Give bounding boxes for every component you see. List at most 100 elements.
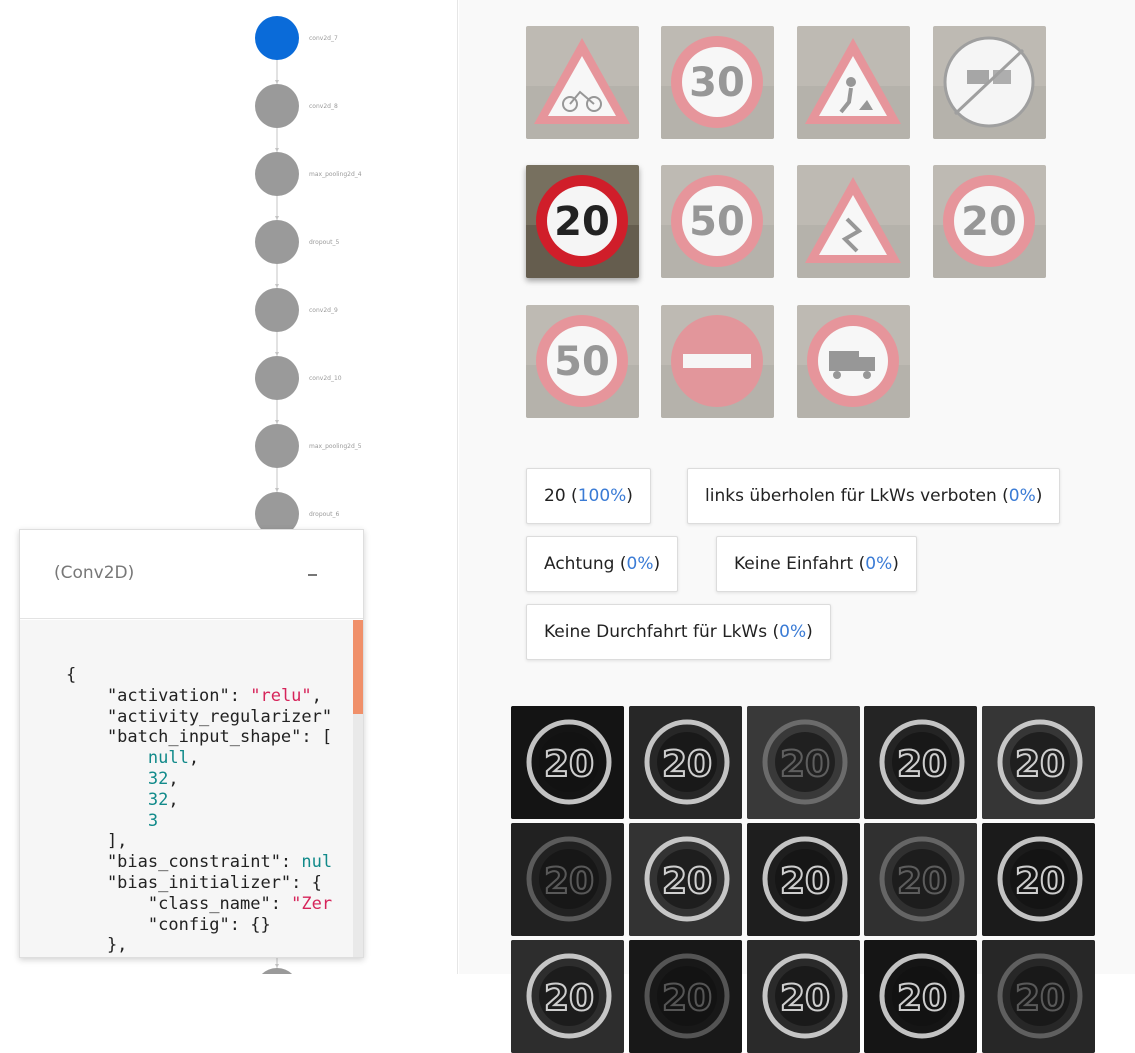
prediction-percent-close: ) xyxy=(806,622,813,642)
prediction-chip[interactable]: 20 (100%) xyxy=(526,468,651,524)
feature-map[interactable]: 20 xyxy=(747,940,860,1053)
feature-map[interactable]: 20 xyxy=(982,706,1095,819)
collapse-icon[interactable] xyxy=(308,574,317,576)
prediction-percent-open: ( xyxy=(1002,486,1009,506)
graph-edge-arrow-icon xyxy=(275,80,279,84)
feature-map-activation: 20 xyxy=(864,823,977,936)
feature-map-activation: 20 xyxy=(982,940,1095,1053)
prediction-label: Achtung xyxy=(544,554,620,574)
code-token: "batch_input_shape": [ xyxy=(66,727,333,748)
feature-map-activation: 20 xyxy=(747,823,860,936)
feature-map[interactable]: 20 xyxy=(982,823,1095,936)
feature-map-activation: 20 xyxy=(629,823,742,936)
feature-map[interactable]: 20 xyxy=(511,706,624,819)
input-image-no-trucks-sign[interactable] xyxy=(797,305,910,418)
feature-map[interactable]: 20 xyxy=(747,823,860,936)
graph-node[interactable] xyxy=(255,356,299,400)
feature-map[interactable]: 20 xyxy=(864,940,977,1053)
feature-map[interactable]: 20 xyxy=(511,940,624,1053)
prediction-percent-open: ( xyxy=(772,622,780,642)
graph-edge-arrow-icon xyxy=(275,352,279,356)
feature-map-digit: 20 xyxy=(544,861,594,902)
code-token: "activity_regularizer" xyxy=(66,706,333,727)
feature-map-digit: 20 xyxy=(780,978,830,1019)
graph-edge-arrow-icon xyxy=(275,148,279,152)
code-scrollbar-thumb[interactable] xyxy=(353,620,363,714)
input-image-speed-limit-sign[interactable]: 50 xyxy=(661,165,774,278)
feature-map-activation: 20 xyxy=(864,940,977,1053)
feature-map-digit: 20 xyxy=(662,861,712,902)
speed-limit-sign-icon: 20 xyxy=(526,165,639,278)
no-entry-sign-icon xyxy=(661,305,774,418)
feature-map[interactable]: 20 xyxy=(629,823,742,936)
layer-details-header: (Conv2D) xyxy=(20,530,363,619)
input-image-speed-limit-sign[interactable]: 30 xyxy=(661,26,774,139)
feature-map[interactable]: 20 xyxy=(747,706,860,819)
code-token: ], xyxy=(66,831,128,852)
prediction-label: links überholen für LkWs verboten xyxy=(705,486,1003,506)
input-image-no-entry-sign[interactable] xyxy=(661,305,774,418)
prediction-percent-close: ) xyxy=(892,554,899,574)
prediction-chip[interactable]: links überholen für LkWs verboten (0%) xyxy=(687,468,1061,524)
model-graph-pane: conv2d_7 conv2d_8 max_pooling2d_4 dropout_5… xyxy=(0,0,458,974)
prediction-percent-close: ) xyxy=(626,486,633,506)
feature-map[interactable]: 20 xyxy=(629,940,742,1053)
graph-node[interactable] xyxy=(255,968,299,974)
code-token: "bias_constraint": xyxy=(66,852,302,873)
feature-map-activation: 20 xyxy=(511,823,624,936)
warning-roadworks-sign-icon xyxy=(797,26,910,139)
input-image-warning-roadworks-sign[interactable] xyxy=(797,26,910,139)
layer-config-code[interactable]: { "activation": "relu", "activity_regula… xyxy=(20,620,363,957)
input-image-speed-limit-sign[interactable]: 50 xyxy=(526,305,639,418)
prediction-percent-value: 0% xyxy=(626,554,654,574)
feature-map-digit: 20 xyxy=(544,978,594,1019)
prediction-percent-open: ( xyxy=(619,554,627,574)
code-token: null xyxy=(147,748,189,769)
feature-map-digit: 20 xyxy=(662,744,712,785)
layer-config-json: { "activation": "relu", "activity_regula… xyxy=(66,665,332,956)
feature-map-digit: 20 xyxy=(544,744,594,785)
prediction-chip[interactable]: Keine Einfahrt (0%) xyxy=(716,536,917,592)
graph-node-label: max_pooling2d_4 xyxy=(309,171,362,178)
feature-map-activation: 20 xyxy=(982,823,1095,936)
inspection-pane: 30 20 50 20 50 20 (100%) links überholen für … xyxy=(459,0,1135,1053)
graph-node[interactable] xyxy=(255,424,299,468)
code-token: , xyxy=(168,768,179,789)
layer-type-title: (Conv2D) xyxy=(54,563,135,583)
sign-number: 20 xyxy=(961,199,1017,245)
feature-map[interactable]: 20 xyxy=(982,940,1095,1053)
graph-node[interactable] xyxy=(255,152,299,196)
feature-map-digit: 20 xyxy=(1015,978,1065,1019)
code-token: { xyxy=(66,665,77,685)
input-image-speed-limit-sign[interactable]: 20 xyxy=(933,165,1046,278)
graph-edge-arrow-icon xyxy=(275,488,279,492)
graph-node[interactable] xyxy=(255,220,299,264)
input-image-warning-bicycle-sign[interactable] xyxy=(526,26,639,139)
feature-map[interactable]: 20 xyxy=(864,823,977,936)
feature-map[interactable]: 20 xyxy=(864,706,977,819)
input-image-warning-curve-sign[interactable] xyxy=(797,165,910,278)
input-image-end-no-overtaking-trucks-sign[interactable] xyxy=(933,26,1046,139)
feature-map-digit: 20 xyxy=(662,978,712,1019)
prediction-chip[interactable]: Keine Durchfahrt für LkWs (0%) xyxy=(526,604,831,660)
feature-map-activation: 20 xyxy=(864,706,977,819)
graph-node-selected[interactable] xyxy=(255,16,299,60)
code-token: 32 xyxy=(147,768,169,789)
prediction-percent-open: ( xyxy=(571,486,578,506)
feature-map[interactable]: 20 xyxy=(511,823,624,936)
code-token: , xyxy=(168,789,179,810)
prediction-chip[interactable]: Achtung (0%) xyxy=(526,536,679,592)
graph-node[interactable] xyxy=(255,84,299,128)
code-token: , xyxy=(311,685,322,706)
speed-limit-sign-icon: 30 xyxy=(661,26,774,139)
code-token: 3 xyxy=(147,810,159,831)
graph-node-label: conv2d_8 xyxy=(309,103,338,110)
graph-node-label: dropout_6 xyxy=(309,511,339,518)
prediction-percent-open: ( xyxy=(858,554,866,574)
warning-bicycle-sign-icon xyxy=(526,26,639,139)
graph-node[interactable] xyxy=(255,288,299,332)
prediction-percent-value: 0% xyxy=(865,554,893,574)
feature-map[interactable]: 20 xyxy=(629,706,742,819)
input-image-speed-limit-sign[interactable]: 20 xyxy=(526,165,639,278)
